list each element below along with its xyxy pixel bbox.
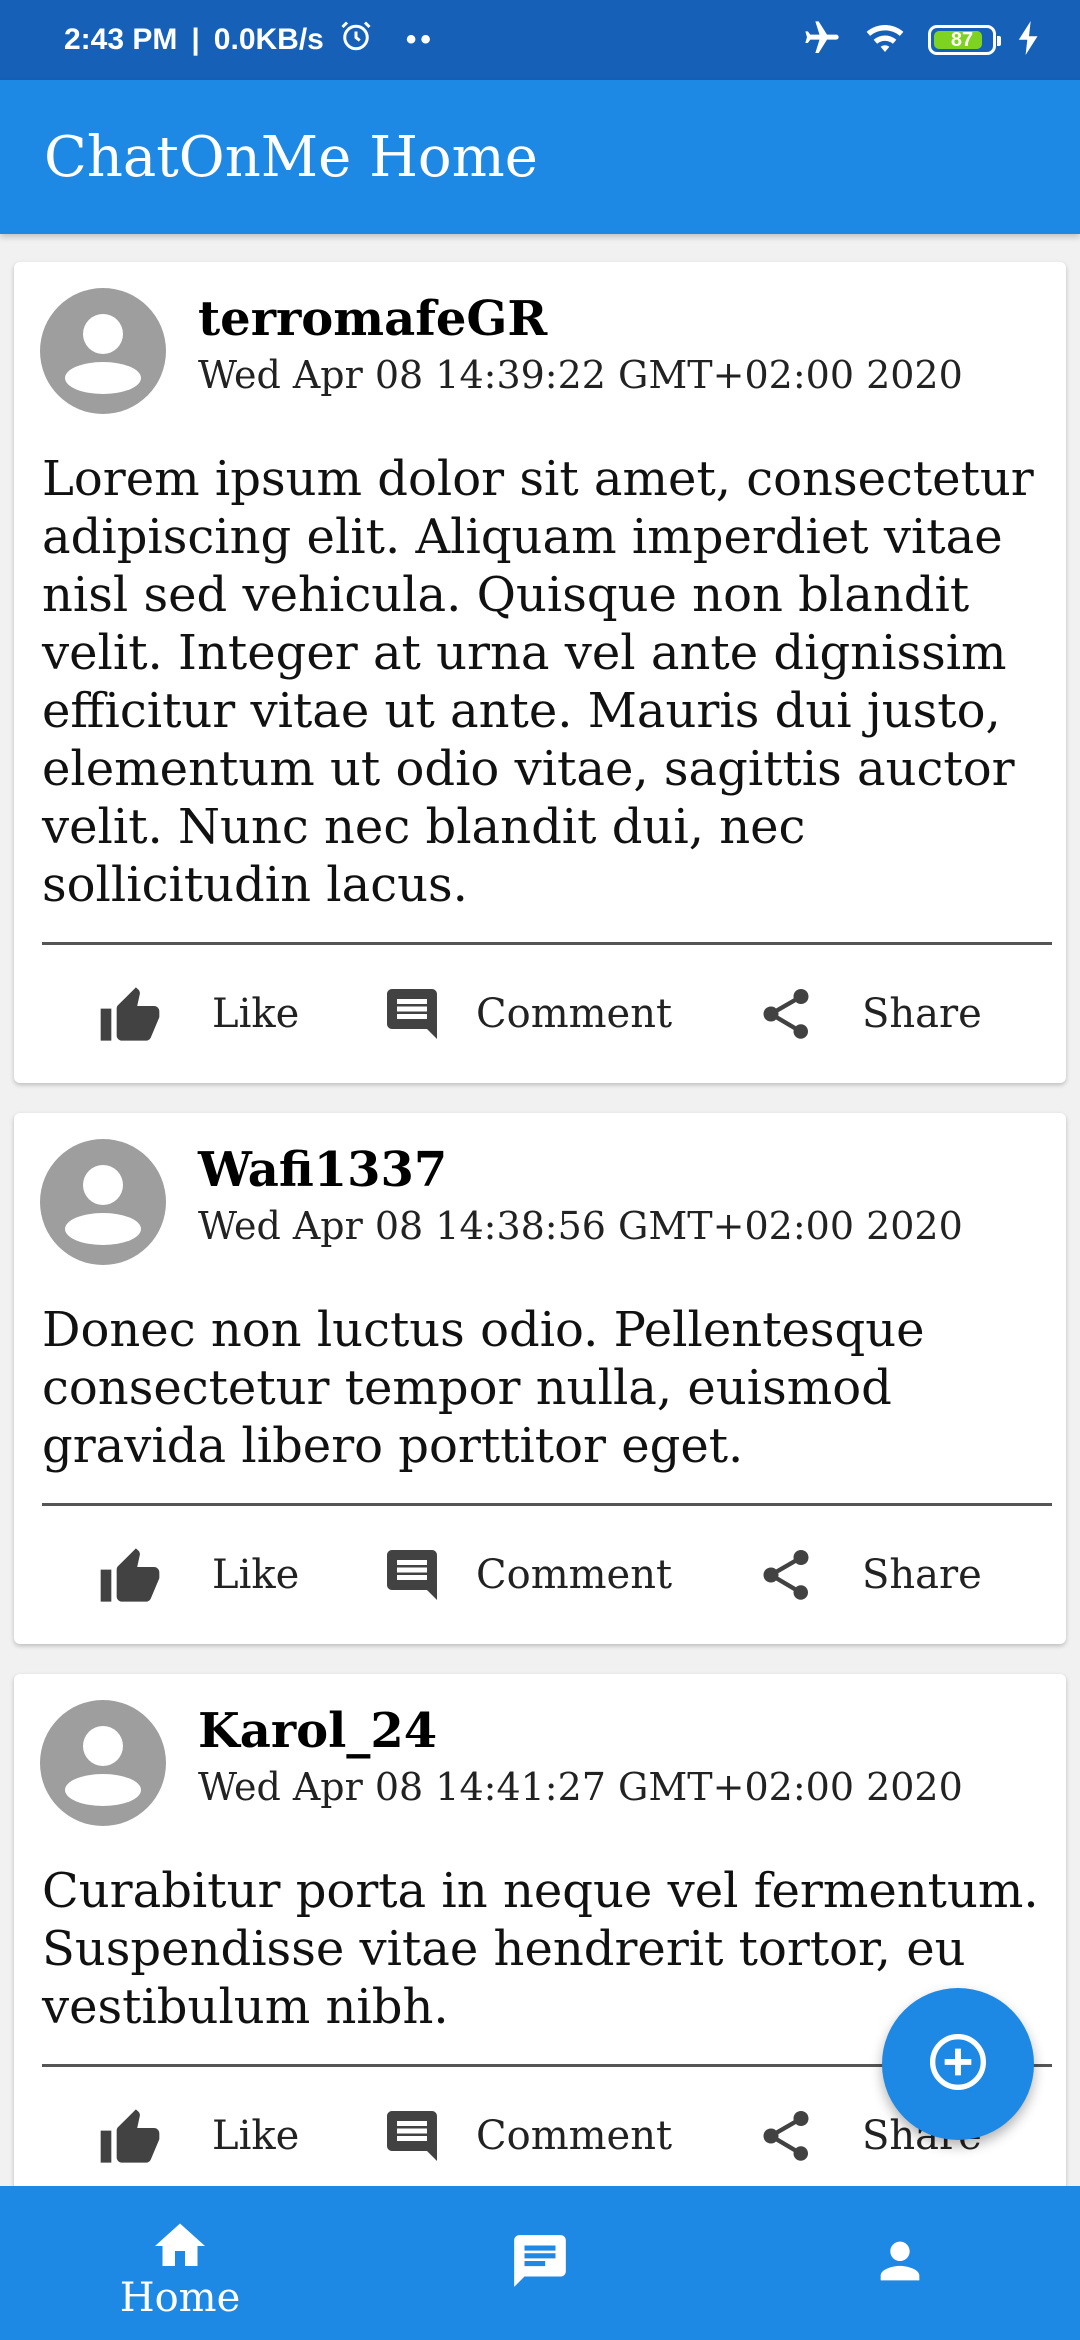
status-right: 87 xyxy=(802,18,1040,63)
comment-button[interactable]: Comment xyxy=(378,1541,752,1609)
post-header: terromafeGR Wed Apr 08 14:39:22 GMT+02:0… xyxy=(28,288,1052,414)
share-button[interactable]: Share xyxy=(752,980,982,1048)
new-post-button[interactable] xyxy=(882,1988,1034,2140)
like-label: Like xyxy=(212,991,300,1037)
share-icon xyxy=(752,1541,820,1609)
post-header: Karol_24 Wed Apr 08 14:41:27 GMT+02:00 2… xyxy=(28,1700,1052,1826)
thumb-up-icon xyxy=(96,2102,164,2170)
thumb-up-icon xyxy=(96,1541,164,1609)
post-timestamp: Wed Apr 08 14:38:56 GMT+02:00 2020 xyxy=(198,1204,963,1248)
comment-button[interactable]: Comment xyxy=(378,980,752,1048)
status-speed: 0.0KB/s xyxy=(213,23,324,56)
post-author[interactable]: Wafi1337 xyxy=(198,1139,963,1201)
chat-icon xyxy=(509,2230,571,2296)
airplane-icon xyxy=(802,18,842,63)
post-card: Karol_24 Wed Apr 08 14:41:27 GMT+02:00 2… xyxy=(14,1674,1066,2205)
status-bar: 2:43 PM | 0.0KB/s •• 87 xyxy=(0,0,1080,80)
comment-icon xyxy=(378,980,446,1048)
like-label: Like xyxy=(212,2113,300,2159)
author-block: Karol_24 Wed Apr 08 14:41:27 GMT+02:00 2… xyxy=(198,1700,963,1812)
avatar[interactable] xyxy=(40,1139,166,1265)
person-icon xyxy=(65,1165,141,1245)
home-icon xyxy=(150,2213,210,2273)
post-card: Wafi1337 Wed Apr 08 14:38:56 GMT+02:00 2… xyxy=(14,1113,1066,1644)
nav-label-home: Home xyxy=(119,2275,241,2321)
status-left: 2:43 PM | 0.0KB/s •• xyxy=(64,18,435,62)
wifi-icon xyxy=(864,20,906,61)
bottom-nav: Home xyxy=(0,2186,1080,2340)
share-button[interactable]: Share xyxy=(752,1541,982,1609)
comment-icon xyxy=(378,1541,446,1609)
author-block: Wafi1337 Wed Apr 08 14:38:56 GMT+02:00 2… xyxy=(198,1139,963,1251)
comment-label: Comment xyxy=(476,2113,673,2159)
charging-icon xyxy=(1018,20,1040,60)
status-time: 2:43 PM xyxy=(64,23,178,56)
like-button[interactable]: Like xyxy=(96,1541,378,1609)
share-icon xyxy=(752,2102,820,2170)
avatar[interactable] xyxy=(40,1700,166,1826)
post-actions: Like Comment Share xyxy=(28,1506,1052,1644)
share-icon xyxy=(752,980,820,1048)
avatar[interactable] xyxy=(40,288,166,414)
post-body: Lorem ipsum dolor sit amet, consectetur … xyxy=(42,451,1034,913)
add-circle-icon xyxy=(926,2030,990,2098)
nav-item-profile[interactable] xyxy=(720,2186,1080,2340)
app-bar: ChatOnMe Home xyxy=(0,80,1080,234)
comment-button[interactable]: Comment xyxy=(378,2102,752,2170)
like-button[interactable]: Like xyxy=(96,2102,378,2170)
status-separator: | xyxy=(191,23,200,56)
post-feed[interactable]: terromafeGR Wed Apr 08 14:39:22 GMT+02:0… xyxy=(14,262,1066,2235)
person-icon xyxy=(65,1726,141,1806)
notification-dots: •• xyxy=(405,23,435,56)
thumb-up-icon xyxy=(96,980,164,1048)
post-author[interactable]: terromafeGR xyxy=(198,288,963,350)
post-header: Wafi1337 Wed Apr 08 14:38:56 GMT+02:00 2… xyxy=(28,1139,1052,1265)
battery-indicator: 87 xyxy=(928,25,1001,55)
comment-icon xyxy=(378,2102,446,2170)
person-icon xyxy=(65,314,141,394)
comment-label: Comment xyxy=(476,1552,673,1598)
profile-icon xyxy=(871,2232,929,2294)
share-label: Share xyxy=(862,1552,982,1598)
like-button[interactable]: Like xyxy=(96,980,378,1048)
alarm-icon xyxy=(338,18,374,62)
comment-label: Comment xyxy=(476,991,673,1037)
nav-item-home[interactable]: Home xyxy=(0,2186,360,2340)
nav-item-chat[interactable] xyxy=(360,2186,720,2340)
post-timestamp: Wed Apr 08 14:39:22 GMT+02:00 2020 xyxy=(198,353,963,397)
post-body: Donec non luctus odio. Pellentesque cons… xyxy=(42,1302,925,1474)
post-timestamp: Wed Apr 08 14:41:27 GMT+02:00 2020 xyxy=(198,1765,963,1809)
page-title: ChatOnMe Home xyxy=(44,124,538,190)
battery-percent: 87 xyxy=(950,28,974,51)
author-block: terromafeGR Wed Apr 08 14:39:22 GMT+02:0… xyxy=(198,288,963,400)
post-card: terromafeGR Wed Apr 08 14:39:22 GMT+02:0… xyxy=(14,262,1066,1083)
post-author[interactable]: Karol_24 xyxy=(198,1700,963,1762)
share-label: Share xyxy=(862,991,982,1037)
like-label: Like xyxy=(212,1552,300,1598)
post-actions: Like Comment Share xyxy=(28,945,1052,1083)
